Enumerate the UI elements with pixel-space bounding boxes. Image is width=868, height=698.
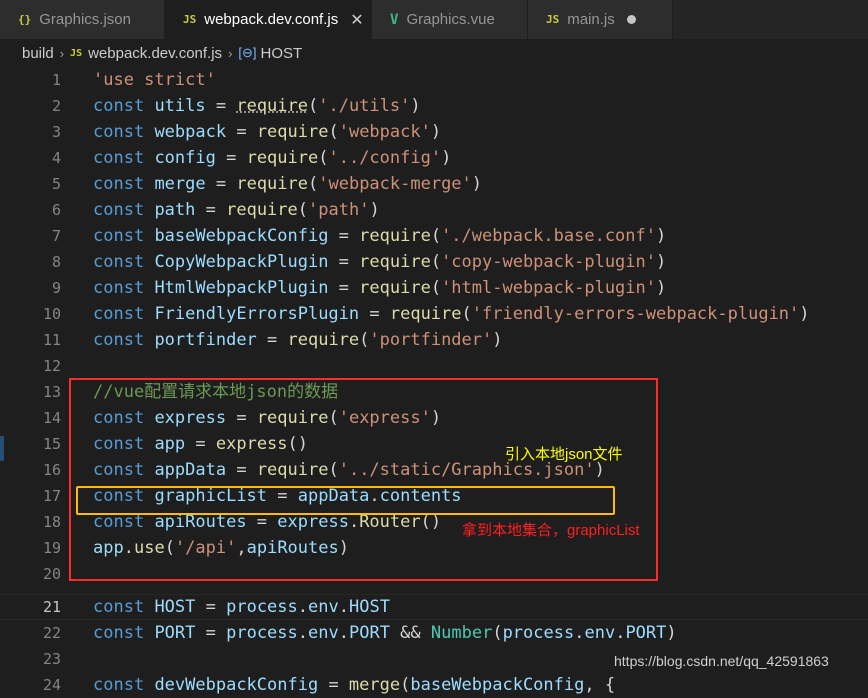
code-line: 10 const FriendlyErrorsPlugin = require('… xyxy=(0,301,868,327)
unsaved-dot-icon[interactable] xyxy=(626,15,636,24)
line-number: 24 xyxy=(42,676,61,694)
code-text: 'use strict' xyxy=(93,70,216,90)
tab-label: Graphics.json xyxy=(39,11,131,28)
line-number: 16 xyxy=(42,461,61,479)
code-text: const devWebpackConfig = merge(baseWebpa… xyxy=(93,675,616,695)
tab-main-js[interactable]: JS main.js xyxy=(528,0,673,39)
tab-graphics-json[interactable]: {} Graphics.json xyxy=(0,0,165,39)
code-text: const portfinder = require('portfinder') xyxy=(93,330,503,350)
code-line: 6 const path = require('path') xyxy=(0,197,868,223)
line-number: 3 xyxy=(51,123,61,141)
tab-label: main.js xyxy=(567,11,615,28)
annotation-import-note: 引入本地json文件 xyxy=(505,446,623,463)
code-line: 1 'use strict' xyxy=(0,67,868,93)
line-number: 6 xyxy=(51,201,61,219)
code-line: 24 const devWebpackConfig = merge(baseWeb… xyxy=(0,672,868,698)
code-text: const HOST = process.env.HOST xyxy=(93,597,390,617)
tab-label: Graphics.vue xyxy=(406,11,495,28)
line-number: 13 xyxy=(42,383,61,401)
vue-file-icon: V xyxy=(390,11,399,28)
line-number: 9 xyxy=(51,279,61,297)
breadcrumb-file[interactable]: webpack.dev.conf.js xyxy=(88,45,222,62)
js-file-icon: JS xyxy=(70,47,83,59)
code-line: 8 const CopyWebpackPlugin = require('copy… xyxy=(0,249,868,275)
code-line: 12 xyxy=(0,353,868,379)
json-file-icon: {} xyxy=(18,13,32,26)
line-number: 12 xyxy=(42,357,61,375)
breadcrumb: build › JS webpack.dev.conf.js › [⊖] HOS… xyxy=(0,39,868,67)
line-number: 14 xyxy=(42,409,61,427)
code-text: const path = require('path') xyxy=(93,200,380,220)
annotation-collection-note: 拿到本地集合，graphicList xyxy=(462,522,640,539)
line-number: 1 xyxy=(51,71,61,89)
code-line: 7 const baseWebpackConfig = require('./we… xyxy=(0,223,868,249)
line-number: 21 xyxy=(42,598,61,616)
code-text: const config = require('../config') xyxy=(93,148,452,168)
line-number: 2 xyxy=(51,97,61,115)
annotation-yellow-box xyxy=(76,486,615,515)
breadcrumb-symbol[interactable]: HOST xyxy=(261,45,303,62)
code-line: 21 const HOST = process.env.HOST xyxy=(0,594,868,620)
code-line: 4 const config = require('../config') xyxy=(0,145,868,171)
code-line: 9 const HtmlWebpackPlugin = require('html… xyxy=(0,275,868,301)
tab-bar: {} Graphics.json JS webpack.dev.conf.js … xyxy=(0,0,868,39)
close-icon[interactable]: ✕ xyxy=(350,10,363,30)
js-file-icon: JS xyxy=(546,13,560,26)
code-line: 5 const merge = require('webpack-merge') xyxy=(0,171,868,197)
tab-webpack-dev-conf[interactable]: JS webpack.dev.conf.js ✕ xyxy=(165,0,372,39)
code-line: 2 const utils = require('./utils') xyxy=(0,93,868,119)
code-line: 22 const PORT = process.env.PORT && Numbe… xyxy=(0,620,868,646)
code-text: const CopyWebpackPlugin = require('copy-… xyxy=(93,252,667,272)
tab-label: webpack.dev.conf.js xyxy=(204,11,339,28)
code-text: const webpack = require('webpack') xyxy=(93,122,442,142)
code-editor[interactable]: 1 'use strict' 2 const utils = require('./… xyxy=(0,67,868,695)
js-file-icon: JS xyxy=(183,13,197,26)
code-text: const utils = require('./utils') xyxy=(93,96,421,116)
line-number: 4 xyxy=(51,149,61,167)
code-text: const baseWebpackConfig = require('./web… xyxy=(93,226,667,246)
line-number: 20 xyxy=(42,565,61,583)
line-number: 8 xyxy=(51,253,61,271)
annotation-red-box xyxy=(69,378,658,581)
line-number: 23 xyxy=(42,650,61,668)
watermark: https://blog.csdn.net/qq_42591863 xyxy=(614,653,829,669)
line-number: 15 xyxy=(42,435,61,453)
line-number: 22 xyxy=(42,624,61,642)
code-line: 11 const portfinder = require('portfinder… xyxy=(0,327,868,353)
code-line: 3 const webpack = require('webpack') xyxy=(0,119,868,145)
code-text: const merge = require('webpack-merge') xyxy=(93,174,483,194)
breadcrumb-folder[interactable]: build xyxy=(22,45,54,62)
chevron-right-icon: › xyxy=(59,45,65,61)
line-number: 7 xyxy=(51,227,61,245)
code-text: const PORT = process.env.PORT && Number(… xyxy=(93,623,677,643)
chevron-right-icon: › xyxy=(228,45,233,61)
tab-graphics-vue[interactable]: V Graphics.vue xyxy=(372,0,528,39)
code-text: const FriendlyErrorsPlugin = require('fr… xyxy=(93,304,810,324)
line-number: 10 xyxy=(42,305,61,323)
line-number: 19 xyxy=(42,539,61,557)
code-text: const HtmlWebpackPlugin = require('html-… xyxy=(93,278,667,298)
line-number: 11 xyxy=(42,331,61,349)
line-number: 5 xyxy=(51,175,61,193)
variable-symbol-icon: [⊖] xyxy=(238,45,257,60)
line-number: 18 xyxy=(42,513,61,531)
line-number: 17 xyxy=(42,487,61,505)
